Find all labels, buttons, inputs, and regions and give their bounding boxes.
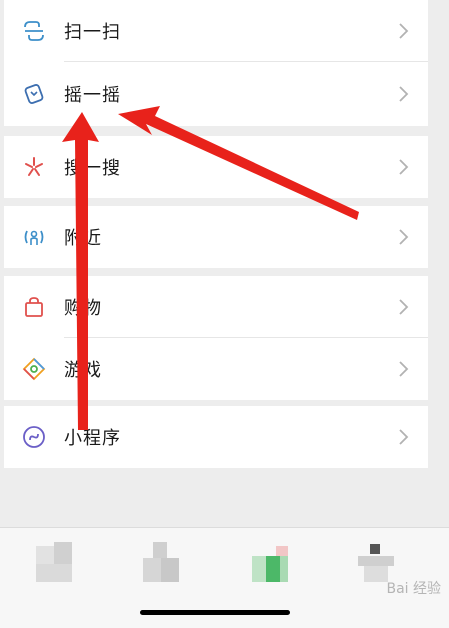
scan-icon — [22, 19, 46, 43]
menu-item-label: 购物 — [64, 298, 102, 319]
menu-group-1: 扫一扫 摇一摇 — [4, 0, 428, 126]
menu-item-search[interactable]: 搜一搜 — [4, 136, 428, 198]
menu-item-mini-program[interactable]: 小程序 — [4, 406, 428, 468]
tab-contacts-icon[interactable] — [143, 542, 179, 582]
tab-chats-icon[interactable] — [36, 542, 72, 582]
chevron-right-icon — [399, 23, 409, 39]
menu-item-shopping[interactable]: 购物 — [4, 276, 428, 338]
menu-item-label: 附近 — [64, 228, 102, 249]
nearby-icon — [22, 225, 46, 249]
chevron-right-icon — [399, 229, 409, 245]
game-icon — [22, 357, 46, 381]
chevron-right-icon — [399, 159, 409, 175]
menu-group-4: 购物 游戏 — [4, 276, 428, 400]
home-indicator[interactable] — [140, 610, 290, 615]
shopping-bag-icon — [22, 295, 46, 319]
menu-group-2: 搜一搜 — [4, 136, 428, 198]
search-star-icon — [22, 155, 46, 179]
watermark-text: Bai 经验 — [386, 581, 441, 597]
chevron-right-icon — [399, 86, 409, 102]
menu-item-label: 游戏 — [64, 360, 102, 381]
menu-item-game[interactable]: 游戏 — [4, 338, 428, 400]
menu-item-label: 小程序 — [64, 428, 121, 449]
menu-item-label: 摇一摇 — [64, 85, 121, 106]
tab-me-icon[interactable] — [358, 542, 394, 582]
chevron-right-icon — [399, 361, 409, 377]
tab-discover-icon[interactable] — [252, 542, 288, 582]
chevron-right-icon — [399, 299, 409, 315]
menu-item-label: 搜一搜 — [64, 158, 121, 179]
menu-item-shake[interactable]: 摇一摇 — [4, 62, 428, 126]
menu-item-nearby[interactable]: 附近 — [4, 206, 428, 268]
menu-item-label: 扫一扫 — [64, 22, 121, 43]
menu-group-5: 小程序 — [4, 406, 428, 468]
shake-icon — [22, 82, 46, 106]
menu-item-scan[interactable]: 扫一扫 — [4, 0, 428, 62]
menu-group-3: 附近 — [4, 206, 428, 268]
mini-program-icon — [22, 425, 46, 449]
chevron-right-icon — [399, 429, 409, 445]
